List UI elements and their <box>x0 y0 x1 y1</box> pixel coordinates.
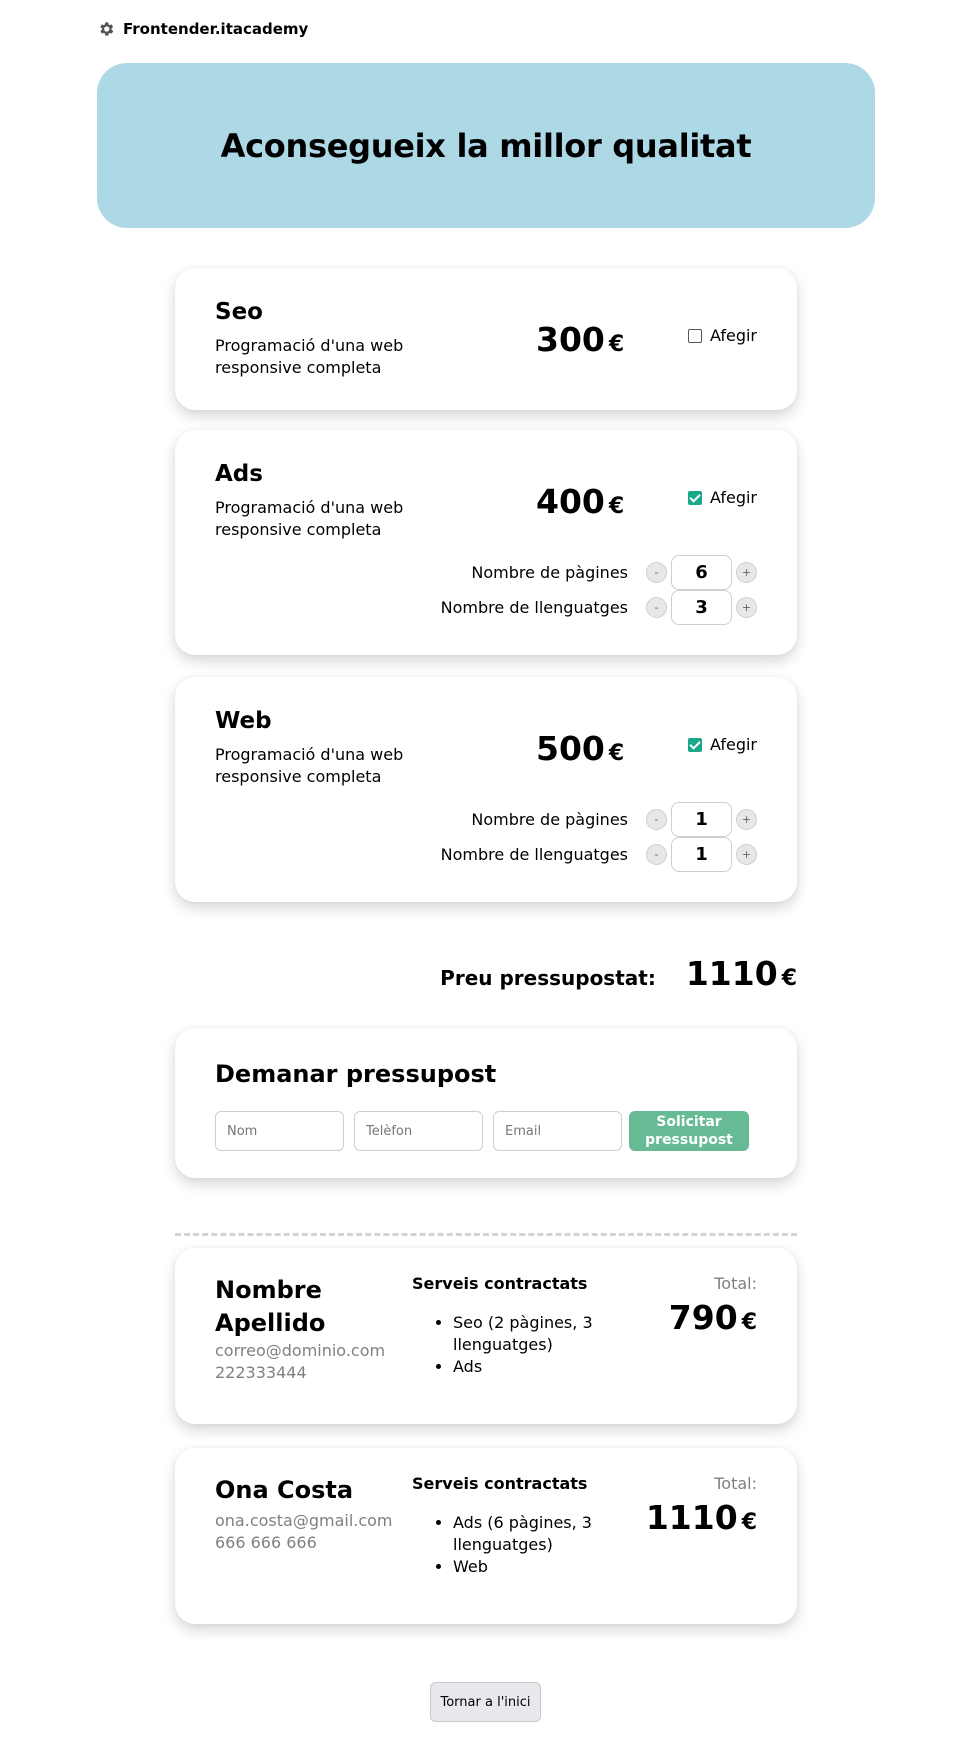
brand: Frontender.itacademy <box>97 20 308 38</box>
price-value: 300 <box>536 320 605 359</box>
languages-option: Nombre de llenguatges - 3 + <box>441 590 757 625</box>
checkbox-checked[interactable] <box>687 490 702 505</box>
total-label: Preu pressupostat: <box>440 966 656 990</box>
service-card-ads: Ads Programació d'una web responsive com… <box>175 430 797 655</box>
pages-quantity-field[interactable]: 1 <box>671 802 732 837</box>
dashed-divider <box>175 1233 797 1236</box>
add-web-checkbox[interactable]: Afegir <box>687 735 757 754</box>
service-description: Programació d'una web responsive complet… <box>215 336 404 377</box>
hero-banner: Aconsegueix la millor qualitat <box>97 63 875 228</box>
email-input[interactable]: Email <box>493 1111 622 1151</box>
pages-decrement-button[interactable]: - <box>646 809 667 830</box>
service-name: Ads <box>215 461 263 487</box>
back-to-home-button[interactable]: Tornar a l'inici <box>430 1682 541 1722</box>
add-ads-checkbox[interactable]: Afegir <box>687 488 757 507</box>
currency-symbol: € <box>741 1510 757 1535</box>
list-item: Ads <box>453 1356 597 1378</box>
services-title: Serveis contractats <box>412 1474 588 1493</box>
languages-quantity-field[interactable]: 3 <box>671 590 732 625</box>
budget-card: Nombre Apellido correo@dominio.com 22233… <box>175 1248 797 1424</box>
service-card-seo: Seo Programació d'una web responsive com… <box>175 268 797 410</box>
client-phone: 666 666 666 <box>215 1533 317 1552</box>
pages-option: Nombre de pàgines - 6 + <box>471 555 757 590</box>
currency-symbol: € <box>781 966 797 991</box>
name-input[interactable]: Nom <box>215 1111 344 1151</box>
list-item: Seo (2 pàgines, 3 llenguatges) <box>453 1312 597 1356</box>
client-name: Nombre Apellido <box>215 1276 326 1337</box>
phone-input[interactable]: Telèfon <box>354 1111 483 1151</box>
service-price: 400 € <box>536 482 624 521</box>
languages-label: Nombre de llenguatges <box>440 598 628 617</box>
service-description: Programació d'una web responsive complet… <box>215 498 404 539</box>
list-item: Web <box>453 1556 597 1578</box>
budget-total: Preu pressupostat: 1110 € <box>440 954 797 993</box>
budget-card: Ona Costa ona.costa@gmail.com 666 666 66… <box>175 1448 797 1624</box>
checkbox-checked[interactable] <box>687 737 702 752</box>
service-name: Web <box>215 708 272 734</box>
form-title: Demanar pressupost <box>215 1060 497 1088</box>
languages-increment-button[interactable]: + <box>736 597 757 618</box>
submit-request-button[interactable]: Solicitar pressupost <box>629 1111 749 1151</box>
brand-name: Frontender.itacademy <box>123 20 309 38</box>
client-email: ona.costa@gmail.com <box>215 1511 393 1530</box>
pages-increment-button[interactable]: + <box>736 562 757 583</box>
currency-symbol: € <box>608 494 625 519</box>
pages-increment-button[interactable]: + <box>736 809 757 830</box>
pages-label: Nombre de pàgines <box>471 563 628 582</box>
add-label: Afegir <box>709 735 757 754</box>
pages-option: Nombre de pàgines - 1 + <box>471 802 757 837</box>
service-name: Seo <box>215 299 263 325</box>
add-label: Afegir <box>709 326 757 345</box>
hero-title: Aconsegueix la millor qualitat <box>220 126 752 165</box>
service-price: 500 € <box>536 729 624 768</box>
checkbox-unchecked[interactable] <box>687 328 702 343</box>
list-item: Ads (6 pàgines, 3 llenguatges) <box>453 1512 597 1556</box>
budget-total: 1110 € <box>646 1498 757 1537</box>
languages-increment-button[interactable]: + <box>736 844 757 865</box>
languages-option: Nombre de llenguatges - 1 + <box>441 837 757 872</box>
contracted-services-list: Ads (6 pàgines, 3 llenguatges) Web <box>427 1512 597 1578</box>
currency-symbol: € <box>741 1310 757 1335</box>
gear-icon <box>97 20 115 38</box>
add-label: Afegir <box>709 488 757 507</box>
pages-decrement-button[interactable]: - <box>646 562 667 583</box>
total-value: 790 <box>668 1298 738 1337</box>
service-card-web: Web Programació d'una web responsive com… <box>175 677 797 902</box>
client-email: correo@dominio.com <box>215 1341 386 1360</box>
total-label: Total: <box>714 1474 757 1493</box>
languages-decrement-button[interactable]: - <box>646 597 667 618</box>
service-description: Programació d'una web responsive complet… <box>215 745 404 786</box>
total-value: 1110 <box>685 954 778 993</box>
add-seo-checkbox[interactable]: Afegir <box>687 326 757 345</box>
total-value: 1110 <box>645 1498 738 1537</box>
currency-symbol: € <box>608 741 625 766</box>
service-price: 300 € <box>536 320 624 359</box>
currency-symbol: € <box>608 332 625 357</box>
services-title: Serveis contractats <box>412 1274 588 1293</box>
request-budget-form: Demanar pressupost Nom Telèfon Email Sol… <box>175 1028 797 1178</box>
total-label: Total: <box>714 1274 757 1293</box>
price-value: 400 <box>536 482 605 521</box>
price-value: 500 <box>536 729 605 768</box>
client-phone: 222333444 <box>215 1363 307 1382</box>
languages-decrement-button[interactable]: - <box>646 844 667 865</box>
contracted-services-list: Seo (2 pàgines, 3 llenguatges) Ads <box>427 1312 597 1378</box>
budget-total: 790 € <box>669 1298 757 1337</box>
languages-quantity-field[interactable]: 1 <box>671 837 732 872</box>
pages-label: Nombre de pàgines <box>471 810 628 829</box>
client-name: Ona Costa <box>215 1476 354 1504</box>
pages-quantity-field[interactable]: 6 <box>671 555 732 590</box>
languages-label: Nombre de llenguatges <box>440 845 628 864</box>
